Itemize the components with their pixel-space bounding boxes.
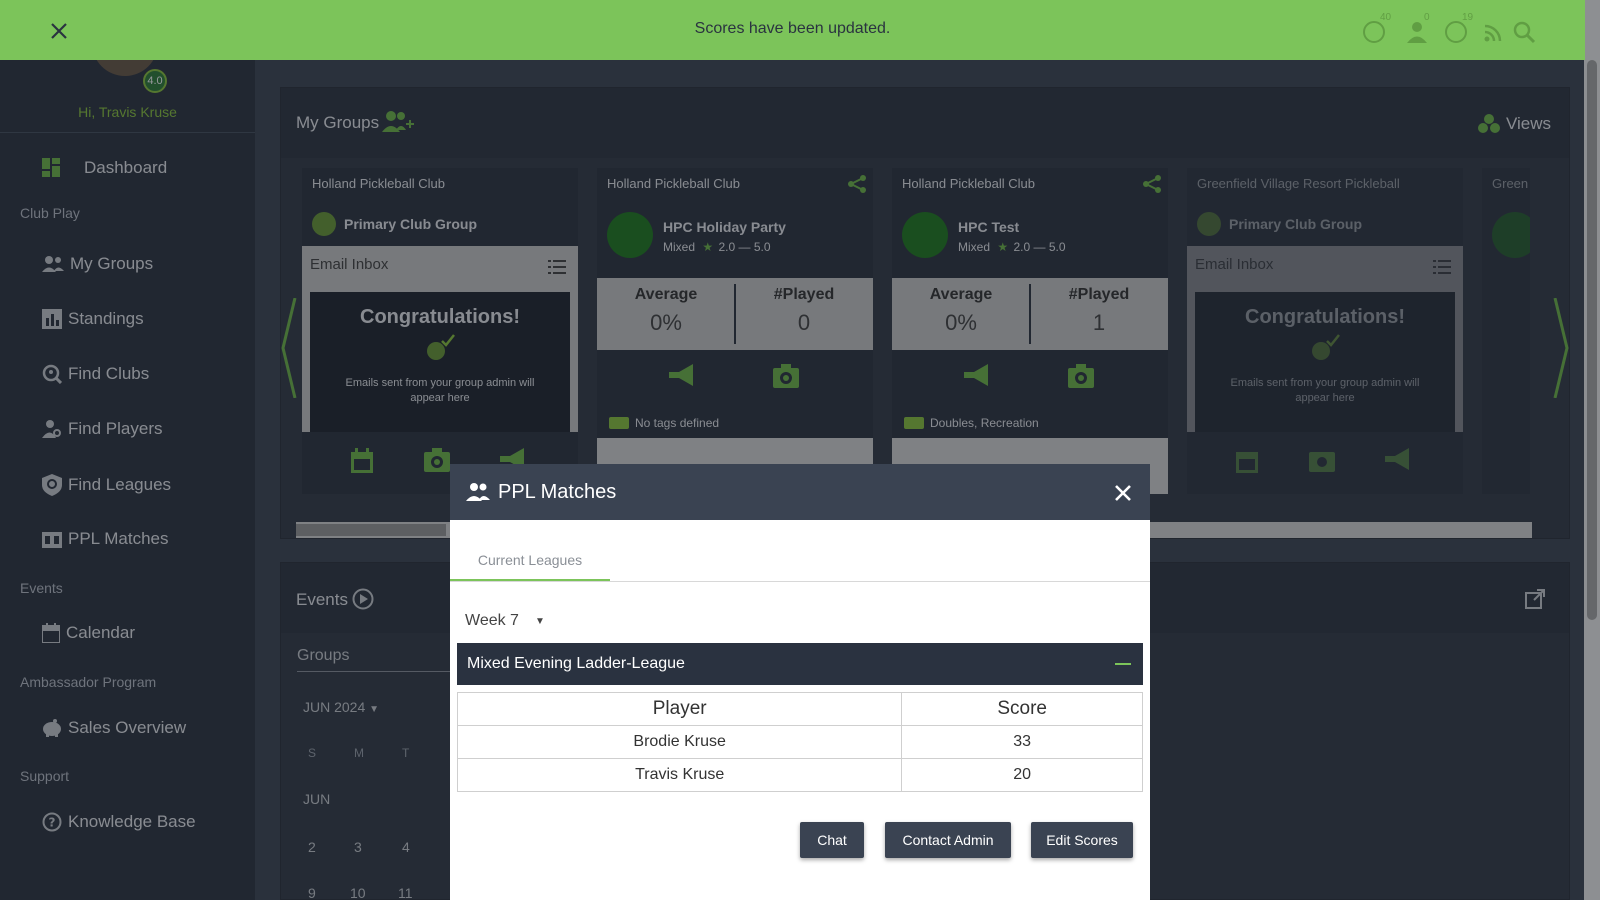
edit-scores-button[interactable]: Edit Scores (1031, 822, 1133, 858)
column-header: Score (901, 692, 1143, 726)
column-header: Player (456, 692, 903, 726)
modal-title: PPL Matches (498, 481, 617, 503)
people-badge: 0 (1424, 12, 1430, 23)
user-icon[interactable] (1406, 20, 1428, 44)
modal-header: PPL Matches (450, 464, 1150, 520)
league-accordion-header[interactable]: Mixed Evening Ladder-League (457, 643, 1143, 685)
chat-button[interactable]: Chat (800, 822, 864, 858)
tab-divider (450, 581, 1150, 582)
table-row: Brodie Kruse 33 (456, 725, 1143, 759)
globe-icon[interactable] (1362, 20, 1386, 44)
collapse-icon[interactable] (1115, 663, 1131, 665)
table-header-row: Player Score (456, 692, 1143, 726)
tab-current-leagues[interactable]: Current Leagues (450, 536, 610, 582)
week-select[interactable]: Week 7 ▼ (465, 612, 545, 630)
chat-badge: 19 (1462, 12, 1474, 23)
close-icon[interactable] (1112, 482, 1134, 504)
chat-icon[interactable] (1444, 20, 1468, 44)
success-toast: Scores have been updated. 40 0 19 (0, 0, 1585, 60)
score-cell: 20 (901, 758, 1143, 792)
rss-icon[interactable] (1484, 24, 1502, 42)
toast-message: Scores have been updated. (694, 20, 891, 37)
header-icons: 40 0 19 (1362, 12, 1542, 46)
search-icon[interactable] (1512, 20, 1536, 44)
contact-admin-button[interactable]: Contact Admin (885, 822, 1011, 858)
table-row: Travis Kruse 20 (456, 758, 1143, 792)
score-cell: 33 (901, 725, 1143, 759)
scores-table: Player Score Brodie Kruse 33 Travis Krus… (456, 692, 1143, 792)
week-label: Week 7 (465, 612, 519, 629)
player-cell: Travis Kruse (456, 758, 903, 792)
people-icon (466, 483, 490, 501)
league-name: Mixed Evening Ladder-League (467, 655, 685, 672)
globe-badge: 40 (1380, 12, 1392, 23)
player-cell: Brodie Kruse (456, 725, 903, 759)
ppl-matches-modal: PPL Matches Current Leagues Week 7 ▼ Mix… (450, 464, 1150, 900)
caret-down-icon: ▼ (534, 615, 545, 627)
